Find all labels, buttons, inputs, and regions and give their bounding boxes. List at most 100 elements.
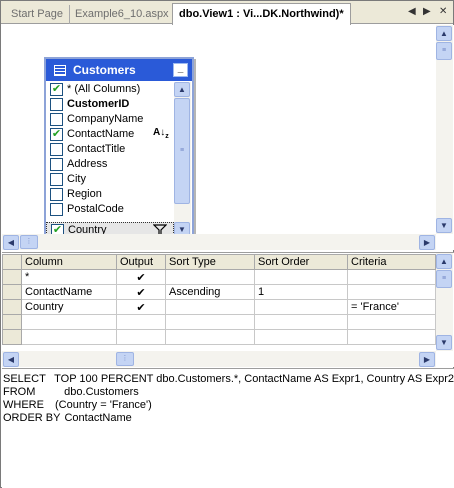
- column-item-companyname[interactable]: CompanyName: [46, 112, 174, 127]
- cell-criteria[interactable]: [347, 284, 436, 300]
- scroll-thumb[interactable]: ⋮: [20, 235, 38, 249]
- column-item-postalcode[interactable]: PostalCode: [46, 202, 174, 217]
- cell-sort-type[interactable]: Ascending: [165, 284, 255, 300]
- column-item-customerid[interactable]: CustomerID: [46, 97, 174, 112]
- grid-horizontal-scrollbar[interactable]: ◀ ⋮ ▶: [2, 351, 436, 367]
- column-item-contacttitle[interactable]: ContactTitle: [46, 142, 174, 157]
- scroll-left-icon[interactable]: ◀: [3, 352, 19, 367]
- cell-output[interactable]: [116, 314, 166, 330]
- diagram-horizontal-scrollbar[interactable]: ◀ ⋮ ▶: [2, 234, 436, 250]
- cell-criteria[interactable]: [347, 329, 436, 345]
- row-header[interactable]: [2, 269, 22, 285]
- column-item-city[interactable]: City: [46, 172, 174, 187]
- sql-line: SELECT TOP 100 PERCENT dbo.Customers.*, …: [3, 373, 454, 386]
- scroll-thumb[interactable]: ≡: [436, 270, 452, 288]
- column-name: PostalCode: [67, 203, 124, 215]
- checkbox-icon[interactable]: [50, 188, 63, 201]
- cell-output[interactable]: [116, 329, 166, 345]
- table-icon: [54, 65, 66, 76]
- scroll-left-icon[interactable]: ◀: [3, 235, 19, 250]
- table-title-bar[interactable]: Customers _: [46, 59, 192, 81]
- tab-start-page[interactable]: Start Page: [5, 5, 70, 24]
- cell-sort-order[interactable]: [254, 329, 348, 345]
- column-name: ContactName: [67, 128, 135, 140]
- column-item-all[interactable]: ✔ * (All Columns): [46, 82, 174, 97]
- cell-column[interactable]: ContactName: [21, 284, 117, 300]
- scroll-up-icon[interactable]: ▲: [174, 82, 190, 97]
- cell-output[interactable]: ✔: [116, 269, 166, 285]
- cell-criteria[interactable]: = 'France': [347, 299, 436, 315]
- row-header[interactable]: [2, 299, 22, 315]
- cell-sort-type[interactable]: [165, 269, 255, 285]
- scroll-right-icon[interactable]: ▶: [419, 352, 435, 367]
- tab-example6-10[interactable]: Example6_10.aspx: [69, 5, 176, 24]
- cell-sort-type[interactable]: [165, 299, 255, 315]
- sql-text: TOP 100 PERCENT dbo.Customers.*, Contact…: [54, 373, 454, 385]
- cell-output[interactable]: ✔: [116, 284, 166, 300]
- scroll-up-icon[interactable]: ▲: [436, 254, 452, 269]
- cell-sort-type[interactable]: [165, 314, 255, 330]
- cell-column[interactable]: Country: [21, 299, 117, 315]
- checkbox-icon[interactable]: [50, 203, 63, 216]
- scroll-tabs-left-icon[interactable]: ◀: [408, 6, 416, 17]
- checkbox-icon[interactable]: [50, 173, 63, 186]
- cell-sort-order[interactable]: 1: [254, 284, 348, 300]
- column-item-contactname[interactable]: ✔ ContactName A↓z: [46, 127, 174, 142]
- scroll-down-icon[interactable]: ▼: [436, 218, 452, 233]
- scroll-right-icon[interactable]: ▶: [419, 235, 435, 250]
- table-row: * ✔: [2, 269, 436, 285]
- header-criteria[interactable]: Criteria: [347, 254, 436, 270]
- output-check-icon: ✔: [136, 271, 146, 284]
- sql-pane[interactable]: SELECT TOP 100 PERCENT dbo.Customers.*, …: [2, 368, 454, 488]
- cell-criteria[interactable]: [347, 314, 436, 330]
- header-sort-type[interactable]: Sort Type: [165, 254, 255, 270]
- cell-column[interactable]: [21, 329, 117, 345]
- cell-sort-order[interactable]: [254, 314, 348, 330]
- row-header[interactable]: [2, 314, 22, 330]
- column-item-region[interactable]: Region: [46, 187, 174, 202]
- scroll-thumb[interactable]: ≡: [436, 42, 452, 60]
- cell-criteria[interactable]: [347, 269, 436, 285]
- checkbox-checked-icon[interactable]: ✔: [50, 128, 63, 141]
- cell-column[interactable]: [21, 314, 117, 330]
- output-check-icon: ✔: [136, 286, 146, 299]
- customers-table-box[interactable]: Customers _ ✔ * (All Columns) CustomerID…: [44, 57, 194, 240]
- scroll-tabs-right-icon[interactable]: ▶: [423, 6, 431, 17]
- scroll-up-icon[interactable]: ▲: [436, 26, 452, 41]
- header-column[interactable]: Column: [21, 254, 117, 270]
- header-output[interactable]: Output: [116, 254, 166, 270]
- cell-sort-type[interactable]: [165, 329, 255, 345]
- checkbox-checked-icon[interactable]: ✔: [50, 83, 63, 96]
- minimize-icon[interactable]: _: [173, 63, 188, 77]
- checkbox-icon[interactable]: [50, 143, 63, 156]
- column-name: CompanyName: [67, 113, 144, 125]
- header-sort-order[interactable]: Sort Order: [254, 254, 348, 270]
- sql-keyword: WHERE: [3, 399, 44, 411]
- column-item-address[interactable]: Address: [46, 157, 174, 172]
- grid-vertical-scrollbar[interactable]: ▲ ≡ ▼: [436, 253, 453, 351]
- output-check-icon: ✔: [136, 301, 146, 314]
- scroll-thumb[interactable]: ≡: [174, 98, 190, 204]
- column-list: ✔ * (All Columns) CustomerID CompanyName…: [46, 82, 174, 238]
- sql-line: FROM dbo.Customers: [3, 386, 454, 399]
- row-header[interactable]: [2, 329, 22, 345]
- scroll-down-icon[interactable]: ▼: [436, 335, 452, 350]
- table-title: Customers: [73, 63, 136, 77]
- tab-view1[interactable]: dbo.View1 : Vi...DK.Northwind)*: [172, 3, 351, 25]
- checkbox-icon[interactable]: [50, 158, 63, 171]
- column-list-scrollbar[interactable]: ▲ ≡ ▼: [174, 82, 191, 238]
- cell-column[interactable]: *: [21, 269, 117, 285]
- cell-sort-order[interactable]: [254, 269, 348, 285]
- scroll-thumb[interactable]: ⋮: [116, 352, 134, 366]
- sql-line: WHERE (Country = 'France'): [3, 399, 454, 412]
- cell-output[interactable]: ✔: [116, 299, 166, 315]
- diagram-vertical-scrollbar[interactable]: ▲ ≡ ▼: [436, 25, 453, 234]
- close-tab-icon[interactable]: ✕: [439, 6, 447, 17]
- column-name: City: [67, 173, 86, 185]
- row-header[interactable]: [2, 284, 22, 300]
- checkbox-icon[interactable]: [50, 98, 63, 111]
- cell-sort-order[interactable]: [254, 299, 348, 315]
- checkbox-icon[interactable]: [50, 113, 63, 126]
- query-designer-window: Start Page Example6_10.aspx dbo.View1 : …: [0, 0, 454, 488]
- criteria-grid-pane: Column Output Sort Type Sort Order Crite…: [2, 252, 454, 367]
